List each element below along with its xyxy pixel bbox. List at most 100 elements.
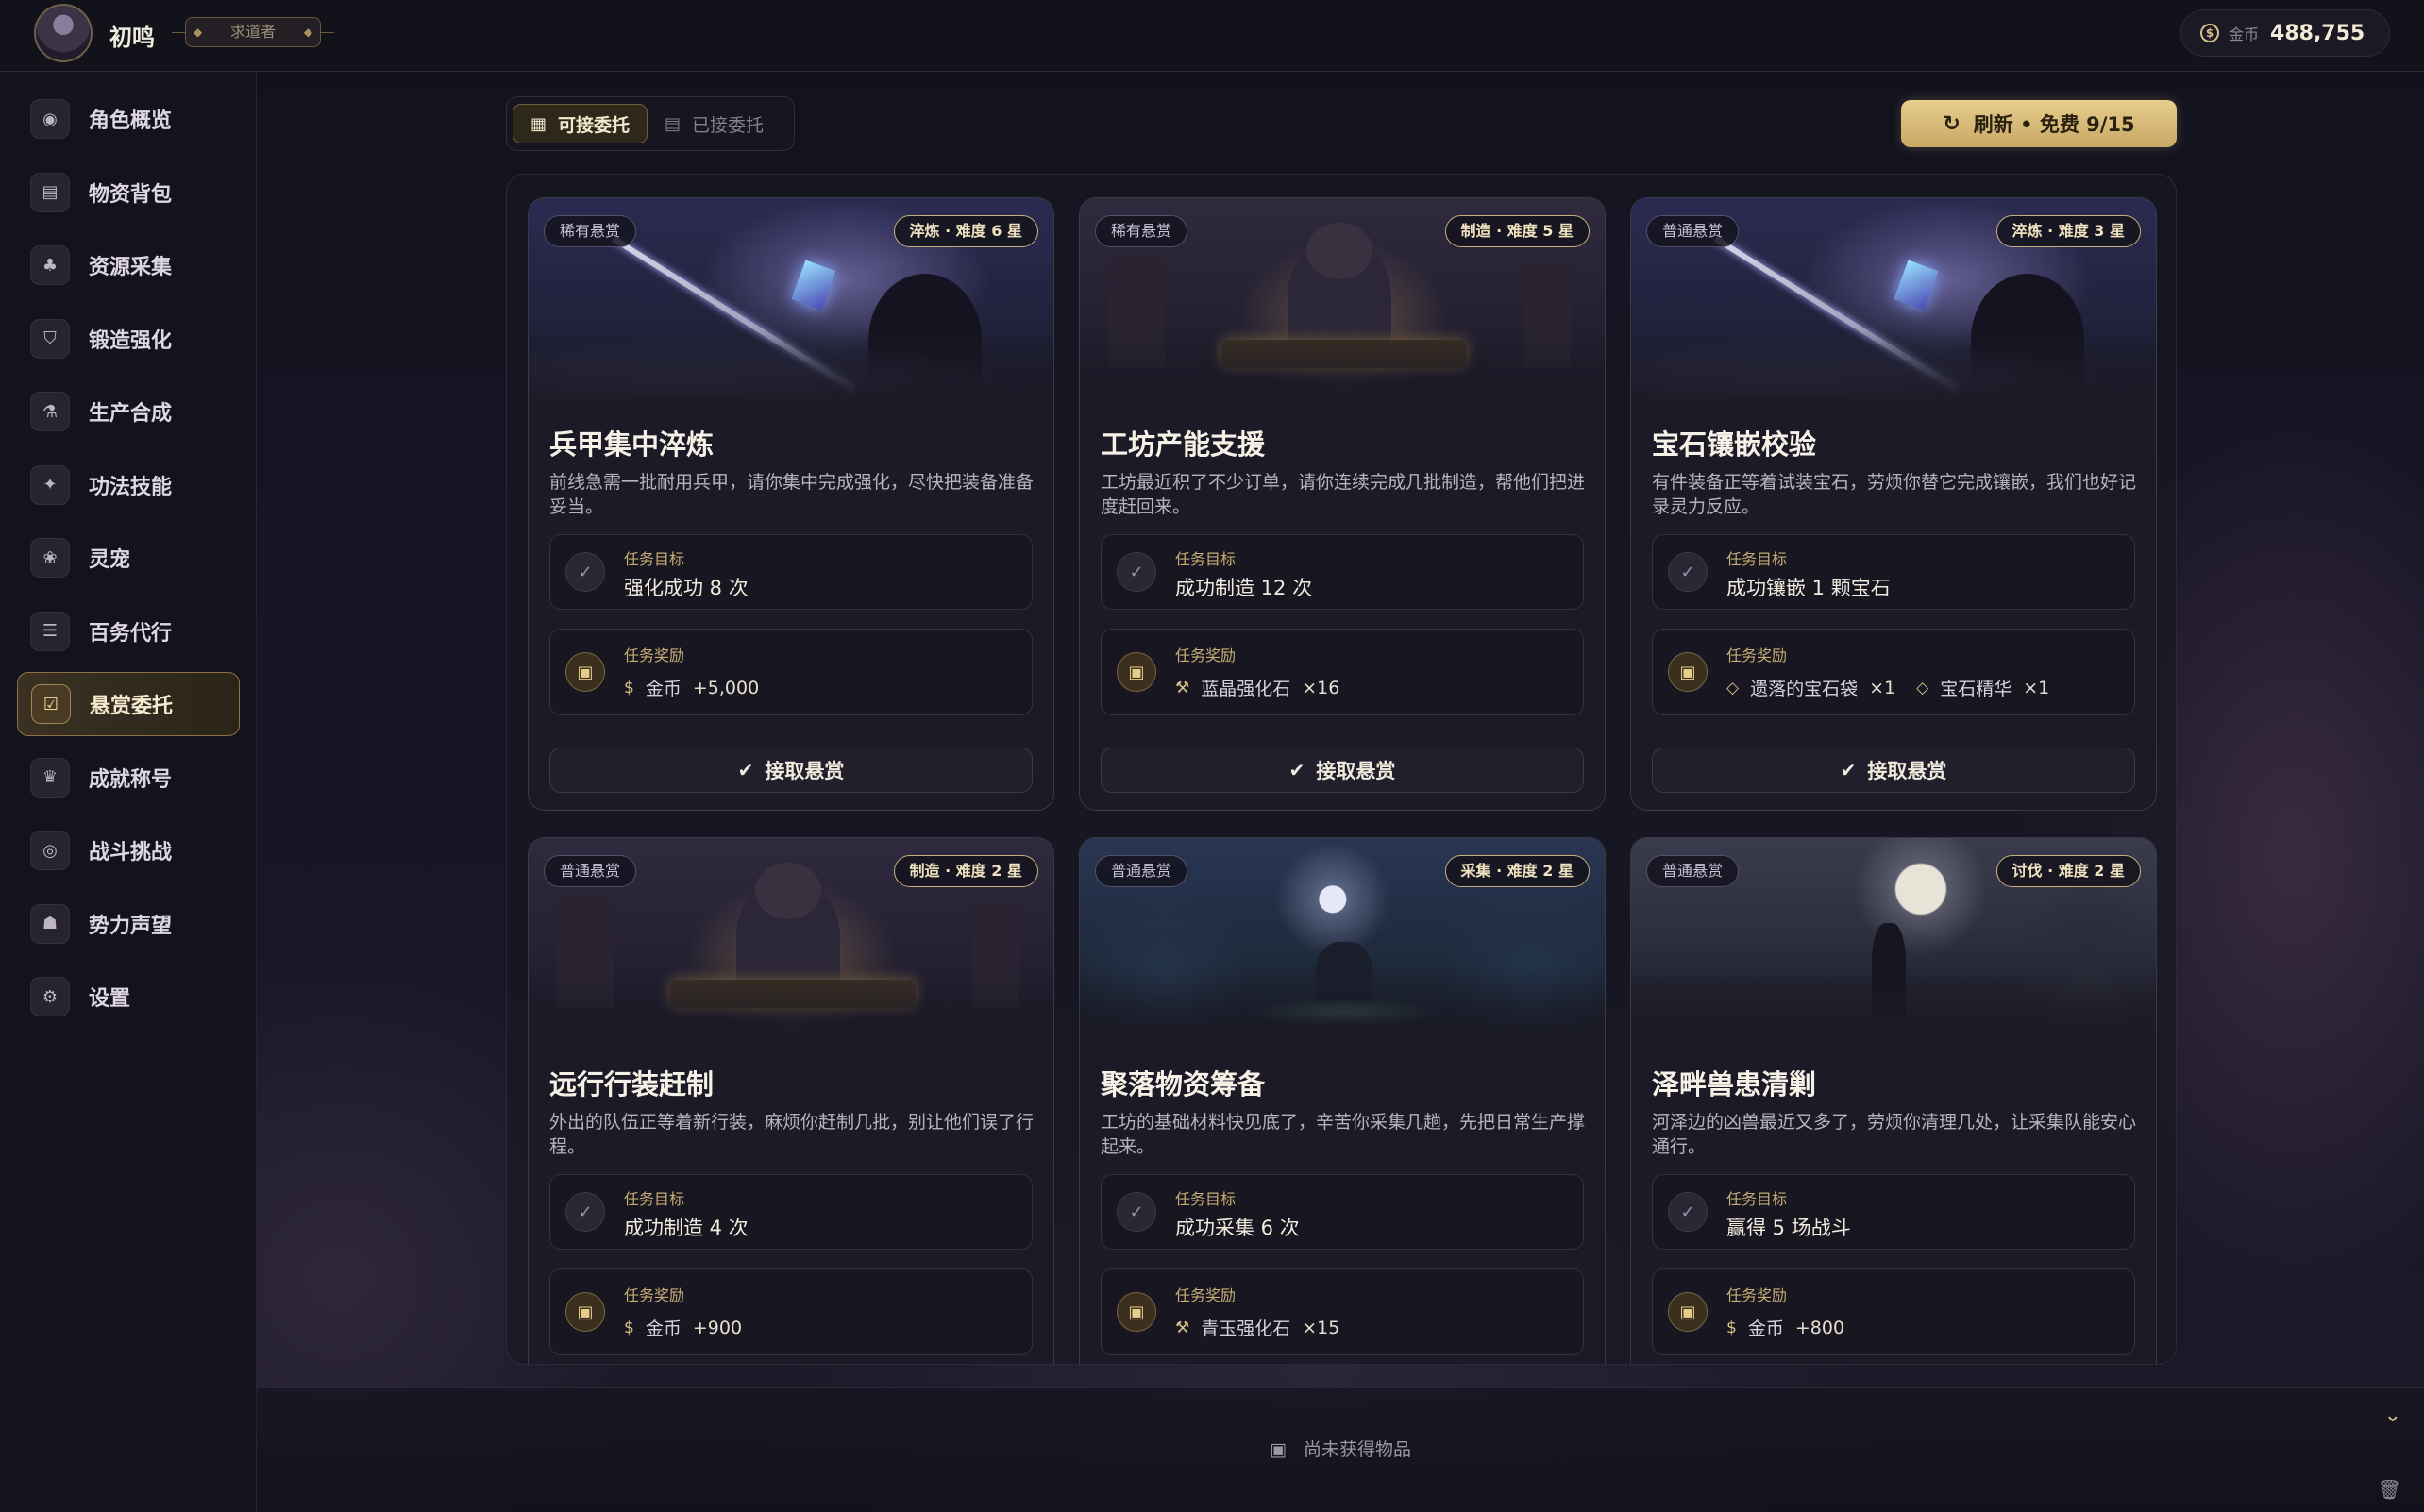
coin-label: 金币 bbox=[2229, 25, 2260, 43]
quest-card[interactable]: 普通悬赏 采集 · 难度 2 星 聚落物资筹备 工坊的基础材料快见底了，辛苦你采… bbox=[1079, 837, 1606, 1364]
goal-label: 任务目标 bbox=[1726, 1190, 1788, 1208]
quest-description: 外出的队伍正等着新行装，麻烦你赶制几批，别让他们误了行程。 bbox=[549, 1112, 1035, 1157]
flask-icon: ⚗ bbox=[30, 392, 70, 431]
reward-list: ◇ 遗落的宝石袋 ×1 ◇ 宝石精华 ×1 bbox=[1726, 675, 2070, 700]
reward-name: 金币 bbox=[645, 1319, 682, 1339]
reward-name: 遗落的宝石袋 bbox=[1750, 679, 1859, 699]
wand-icon: ⚒ bbox=[1175, 678, 1190, 697]
quest-card[interactable]: 稀有悬赏 制造 · 难度 5 星 工坊产能支援 工坊最近积了不少订单，请你连续完… bbox=[1079, 197, 1606, 811]
sidebar-item-7[interactable]: ☰ 百务代行 bbox=[17, 599, 240, 664]
accept-quest-button[interactable]: ✔ 接取悬赏 bbox=[549, 748, 1033, 793]
sidebar-item-4[interactable]: ⚗ 生产合成 bbox=[17, 379, 240, 444]
player-title-badge: 求道者 bbox=[185, 17, 321, 47]
difficulty-tag: 淬炼 · 难度 6 星 bbox=[893, 215, 1038, 247]
reward-amount: ×15 bbox=[1302, 1317, 1340, 1338]
avatar[interactable] bbox=[34, 4, 93, 62]
sidebar-item-5[interactable]: ✦ 功法技能 bbox=[17, 453, 240, 517]
quest-reward-box: ▣ 任务奖励 ⚒ 青玉强化石 ×15 bbox=[1101, 1268, 1584, 1355]
accept-quest-button[interactable]: ✔ 接取悬赏 bbox=[1652, 748, 2135, 793]
quest-panel[interactable]: 稀有悬赏 淬炼 · 难度 6 星 兵甲集中淬炼 前线急需一批耐用兵甲，请你集中完… bbox=[506, 174, 2177, 1365]
empty-inventory-text: 尚未获得物品 bbox=[1303, 1439, 1411, 1460]
grid-icon: ▦ bbox=[530, 113, 547, 134]
sidebar-item-3[interactable]: ⛉ 锻造强化 bbox=[17, 307, 240, 371]
sidebar-item-0[interactable]: ◉ 角色概览 bbox=[17, 87, 240, 151]
reward-amount: +900 bbox=[692, 1317, 743, 1338]
tab-available-label: 可接委托 bbox=[558, 114, 631, 136]
reward-label: 任务奖励 bbox=[1175, 647, 1237, 664]
sidebar-item-2[interactable]: ♣ 资源采集 bbox=[17, 233, 240, 297]
sidebar-item-10[interactable]: ◎ 战斗挑战 bbox=[17, 818, 240, 882]
top-bar: 初鸣 求道者 $ 金币 488,755 bbox=[0, 0, 2424, 72]
quest-reward-box: ▣ 任务奖励 ⚒ 蓝晶强化石 ×16 bbox=[1101, 629, 1584, 715]
difficulty-tag: 制造 · 难度 2 星 bbox=[893, 855, 1038, 887]
sidebar-item-label: 悬赏委托 bbox=[90, 695, 174, 718]
chest-icon: ▣ bbox=[1117, 1292, 1156, 1332]
sidebar: ◉ 角色概览 ▤ 物资背包 ♣ 资源采集 ⛉ 锻造强化 ⚗ 生产合成 ✦ 功法技能 ❀ 灵宠 ☰ 百务代行 ☑ 悬… bbox=[0, 72, 257, 1512]
gem-icon: ◇ bbox=[1916, 678, 1929, 697]
sidebar-item-label: 灵宠 bbox=[89, 548, 131, 572]
sidebar-item-9[interactable]: ♛ 成就称号 bbox=[17, 746, 240, 810]
check-circle-icon: ✓ bbox=[1668, 1192, 1708, 1232]
rarity-tag: 普通悬赏 bbox=[1646, 215, 1740, 247]
sidebar-item-1[interactable]: ▤ 物资背包 bbox=[17, 160, 240, 225]
check-circle-icon: ✓ bbox=[565, 552, 605, 592]
tab-accepted[interactable]: ▤ 已接委托 bbox=[648, 104, 781, 143]
goal-label: 任务目标 bbox=[1726, 550, 1788, 568]
reward-name: 金币 bbox=[1747, 1319, 1784, 1339]
quest-reward-box: ▣ 任务奖励 ◇ 遗落的宝石袋 ×1 ◇ 宝石精华 ×1 bbox=[1652, 629, 2135, 715]
chest-icon: ▣ bbox=[1117, 652, 1156, 692]
title-badge-right-ornament bbox=[321, 32, 334, 33]
reward-list: $ 金币 +800 bbox=[1726, 1315, 1865, 1340]
quest-goal-box: ✓ 任务目标 成功制造 4 次 bbox=[549, 1174, 1033, 1250]
check-badge-icon: ✔ bbox=[737, 759, 754, 781]
box-icon: ▣ bbox=[1269, 1439, 1287, 1460]
goal-label: 任务目标 bbox=[624, 1190, 685, 1208]
goal-label: 任务目标 bbox=[624, 550, 685, 568]
goal-value: 成功制造 12 次 bbox=[1175, 577, 1313, 599]
sidebar-item-8[interactable]: ☑ 悬赏委托 bbox=[17, 672, 240, 736]
quest-title: 聚落物资筹备 bbox=[1101, 1068, 1266, 1100]
quest-description: 前线急需一批耐用兵甲，请你集中完成强化，尽快把装备准备妥当。 bbox=[549, 472, 1035, 517]
difficulty-tag: 制造 · 难度 5 星 bbox=[1444, 215, 1590, 247]
player-name: 初鸣 bbox=[109, 25, 155, 51]
quest-goal-box: ✓ 任务目标 强化成功 8 次 bbox=[549, 534, 1033, 610]
chevron-down-icon[interactable]: ⌄ bbox=[2384, 1403, 2401, 1427]
sidebar-item-11[interactable]: ☗ 势力声望 bbox=[17, 892, 240, 956]
title-badge-left-ornament bbox=[172, 32, 185, 33]
rarity-tag: 普通悬赏 bbox=[1646, 855, 1740, 887]
trash-icon[interactable]: 🗑 bbox=[2378, 1478, 2401, 1501]
tab-available[interactable]: ▦ 可接委托 bbox=[513, 104, 648, 143]
sidebar-item-12[interactable]: ⚙ 设置 bbox=[17, 965, 240, 1029]
quest-card[interactable]: 普通悬赏 制造 · 难度 2 星 远行行装赶制 外出的队伍正等着新行装，麻烦你赶… bbox=[528, 837, 1054, 1364]
rarity-tag: 稀有悬赏 bbox=[1095, 215, 1188, 247]
quest-card[interactable]: 稀有悬赏 淬炼 · 难度 6 星 兵甲集中淬炼 前线急需一批耐用兵甲，请你集中完… bbox=[528, 197, 1054, 811]
gem-icon: ◇ bbox=[1726, 678, 1740, 697]
rarity-tag: 稀有悬赏 bbox=[544, 215, 637, 247]
refresh-button[interactable]: ↻ 刷新 • 免费 9/15 bbox=[1901, 100, 2177, 147]
quest-title: 宝石镶嵌校验 bbox=[1652, 428, 1817, 461]
sidebar-item-label: 锻造强化 bbox=[89, 328, 173, 353]
reward-list: $ 金币 +900 bbox=[624, 1315, 763, 1340]
accept-quest-button[interactable]: ✔ 接取悬赏 bbox=[1101, 748, 1584, 793]
sidebar-item-label: 成就称号 bbox=[89, 767, 173, 792]
rarity-tag: 普通悬赏 bbox=[1095, 855, 1188, 887]
bag-icon: ▤ bbox=[30, 172, 70, 212]
check-circle-icon: ✓ bbox=[1117, 552, 1156, 592]
reward-list: ⚒ 蓝晶强化石 ×16 bbox=[1175, 675, 1360, 700]
quest-card[interactable]: 普通悬赏 淬炼 · 难度 3 星 宝石镶嵌校验 有件装备正等着试装宝石，劳烦你替… bbox=[1630, 197, 2157, 811]
quest-goal-box: ✓ 任务目标 赢得 5 场战斗 bbox=[1652, 1174, 2135, 1250]
difficulty-tag: 讨伐 · 难度 2 星 bbox=[1995, 855, 2141, 887]
chest-icon: ▣ bbox=[1668, 1292, 1708, 1332]
refresh-icon: ↻ bbox=[1943, 111, 1961, 136]
sidebar-item-6[interactable]: ❀ 灵宠 bbox=[17, 526, 240, 590]
reward-amount: ×1 bbox=[2023, 677, 2050, 698]
quest-description: 河泽边的凶兽最近又多了，劳烦你清理几处，让采集队能安心通行。 bbox=[1652, 1112, 2137, 1157]
goal-value: 成功镶嵌 1 颗宝石 bbox=[1726, 577, 1891, 599]
reward-amount: ×1 bbox=[1869, 677, 1896, 698]
quest-card[interactable]: 普通悬赏 讨伐 · 难度 2 星 泽畔兽患清剿 河泽边的凶兽最近又多了，劳烦你清… bbox=[1630, 837, 2157, 1364]
accept-quest-label: 接取悬赏 bbox=[1867, 760, 1947, 782]
quest-title: 兵甲集中淬炼 bbox=[549, 428, 715, 461]
quest-goal-box: ✓ 任务目标 成功镶嵌 1 颗宝石 bbox=[1652, 534, 2135, 610]
quest-reward-box: ▣ 任务奖励 $ 金币 +5,000 bbox=[549, 629, 1033, 715]
coin-icon: $ bbox=[1726, 1318, 1737, 1337]
